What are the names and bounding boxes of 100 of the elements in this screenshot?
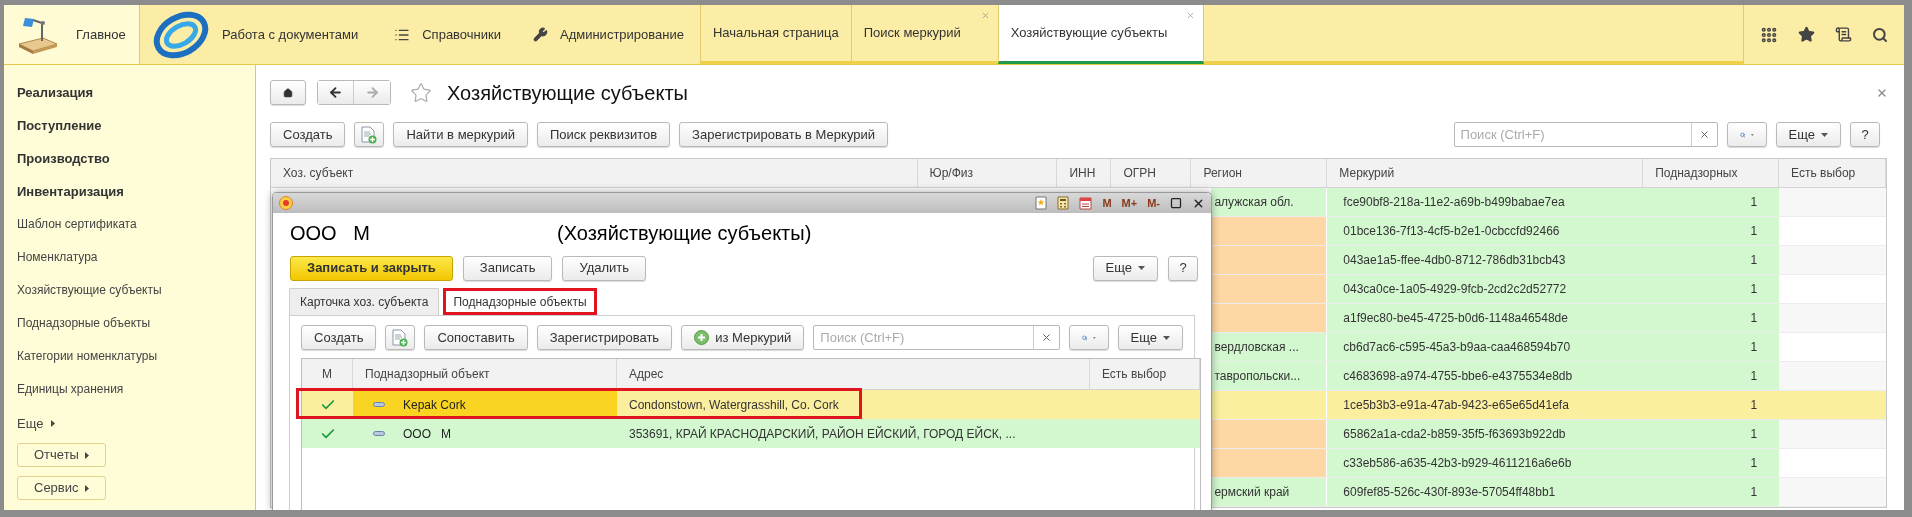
column-header[interactable]: Юр/Физ xyxy=(917,159,1058,187)
form-tab[interactable]: Поднадзорные объекты xyxy=(443,288,597,315)
table-cell: a1f9ec80-be45-4725-b0d6-1148a46548de xyxy=(1327,304,1644,332)
dash-icon xyxy=(373,431,385,436)
search-icon[interactable] xyxy=(1872,26,1888,43)
sidebar-item[interactable]: Шаблон сертификата xyxy=(17,215,255,236)
home-icon xyxy=(283,85,293,100)
column-header[interactable]: Есть выбор xyxy=(1090,359,1200,389)
toolbar-button[interactable]: Сопоставить xyxy=(424,325,528,350)
sidebar-section[interactable]: Реализация xyxy=(17,83,255,104)
column-header[interactable]: Меркурий xyxy=(1327,159,1644,187)
column-header[interactable]: ОГРН xyxy=(1111,159,1192,187)
open-tab[interactable]: Хозяйствующие субъекты xyxy=(997,5,1204,64)
caret-icon xyxy=(1163,335,1170,340)
open-tab[interactable]: Поиск меркурий xyxy=(850,5,998,64)
apps-grid-icon[interactable] xyxy=(1760,25,1778,44)
column-header[interactable]: ИНН xyxy=(1057,159,1112,187)
forward-arrow-icon xyxy=(364,85,380,100)
dialog-subtitle: (Хозяйствующие субъекты) xyxy=(557,221,812,246)
column-header[interactable]: Адрес xyxy=(617,359,1090,389)
toolbar-button[interactable]: Поиск реквизитов xyxy=(537,122,671,147)
help-button[interactable]: ? xyxy=(1168,255,1198,281)
dialog-button[interactable]: Удалить xyxy=(562,255,647,281)
search-input[interactable]: Поиск (Ctrl+F) xyxy=(814,326,1033,349)
clear-icon[interactable] xyxy=(1040,332,1052,343)
sidebar-button[interactable]: Сервис xyxy=(17,476,106,500)
column-header[interactable]: Поднадзорных xyxy=(1643,159,1780,187)
table-cell: 1 xyxy=(1643,391,1780,419)
table-cell: 65862a1a-cda2-b859-35f5-f63693b922db xyxy=(1327,420,1644,448)
table-cell: 353691, КРАЙ КРАСНОДАРСКИЙ, РАЙОН ЕЙСКИЙ, ГОРОД ЕЙСК, ... xyxy=(617,419,1090,448)
table-cell: c33eb586-a635-42b3-b929-4611216a6e6b xyxy=(1327,449,1644,477)
memory-button[interactable]: M- xyxy=(1147,194,1160,212)
sidebar-section[interactable]: Поступление xyxy=(17,116,255,137)
arrow-icon xyxy=(51,420,56,427)
calculator-icon[interactable] xyxy=(1057,196,1070,210)
column-header[interactable]: Есть выбор xyxy=(1779,159,1886,187)
add-button[interactable] xyxy=(354,122,385,147)
memory-button[interactable]: M xyxy=(1102,194,1112,212)
logo-icon xyxy=(152,10,210,59)
table-cell: cb6d7ac6-c595-45a3-b9aa-caa468594b70 xyxy=(1327,333,1644,361)
column-header[interactable]: Регион xyxy=(1191,159,1328,187)
open-tab[interactable]: Начальная страница xyxy=(699,5,851,64)
dialog-button[interactable]: Записать xyxy=(462,255,553,281)
table-cell: алужская обл. xyxy=(1211,188,1328,216)
calendar-icon[interactable] xyxy=(1079,196,1093,210)
check-cell[interactable] xyxy=(302,419,353,448)
favorite-document-icon[interactable] xyxy=(1035,196,1048,210)
plus-circle-icon xyxy=(694,330,710,345)
star-icon[interactable] xyxy=(1798,26,1815,43)
section-link[interactable]: Администрирование xyxy=(517,24,700,45)
column-header[interactable]: Поднадзорный объект xyxy=(353,359,617,389)
add-button[interactable] xyxy=(385,325,416,350)
more-button[interactable]: Еще xyxy=(1092,255,1158,281)
clear-icon[interactable] xyxy=(1698,129,1710,140)
table-cell: 1 xyxy=(1643,188,1780,216)
table-cell: 1 xyxy=(1643,478,1780,506)
toolbar-button[interactable]: Зарегистрировать xyxy=(536,325,673,350)
table-cell-text: ООО М xyxy=(403,425,451,443)
section-link[interactable]: Справочники xyxy=(378,24,517,45)
favorite-star-icon[interactable] xyxy=(410,81,432,104)
sidebar-button[interactable]: Отчеты xyxy=(17,443,106,467)
table-cell: 1 xyxy=(1643,246,1780,274)
table-cell: c4683698-a974-4755-bbe6-e4375534e8db xyxy=(1327,362,1644,390)
dash-icon xyxy=(373,402,385,407)
toolbar-button[interactable]: Создать xyxy=(270,122,346,147)
maximize-icon[interactable] xyxy=(1170,197,1182,209)
add-document-icon xyxy=(392,328,409,347)
memory-button[interactable]: M+ xyxy=(1121,194,1138,212)
table-cell: 043ae1a5-ffee-4db0-8712-786db31bcb43 xyxy=(1327,246,1644,274)
save-close-button[interactable]: Записать и закрыть xyxy=(290,255,453,281)
more-button[interactable]: Еще xyxy=(1117,325,1183,350)
sidebar-item[interactable]: Хозяйствующие субъекты xyxy=(17,281,255,302)
app-logo-icon xyxy=(279,196,293,210)
back-button[interactable] xyxy=(318,81,354,104)
home-button[interactable] xyxy=(270,80,306,105)
column-header[interactable]: М xyxy=(302,359,353,389)
sidebar-item[interactable]: Номенклатура xyxy=(17,248,255,269)
more-button[interactable]: Еще xyxy=(1775,122,1841,147)
toolbar-button[interactable]: из Меркурий xyxy=(681,325,805,350)
form-tab[interactable]: Карточка хоз. субъекта xyxy=(289,288,440,315)
toolbar-button[interactable]: Создать xyxy=(301,325,377,350)
sidebar-item[interactable]: Категории номенклатуры xyxy=(17,347,255,368)
toolbar-button[interactable]: Найти в меркурий xyxy=(393,122,528,147)
toolbar-button[interactable]: Зарегистрировать в Меркурий xyxy=(679,122,888,147)
table-cell: 01bce136-7f13-4cf5-b2e1-0cbccfd92466 xyxy=(1327,217,1644,245)
sidebar-item[interactable]: Единицы хранения xyxy=(17,380,255,401)
sidebar-section[interactable]: Инвентаризация xyxy=(17,182,255,203)
sidebar-more[interactable]: Еще xyxy=(17,413,255,434)
dialog-title: ООО М xyxy=(290,221,371,246)
home-section[interactable]: Главное xyxy=(4,5,140,64)
help-button[interactable]: ? xyxy=(1850,122,1880,147)
search-field[interactable]: Поиск (Ctrl+F) xyxy=(1453,122,1718,147)
section-link[interactable]: Работа с документами xyxy=(140,10,379,59)
table-cell: 609fef85-526c-430f-893e-57054ff48bb1 xyxy=(1327,478,1644,506)
sidebar-item[interactable]: Поднадзорные объекты xyxy=(17,314,255,335)
table-cell: 1 xyxy=(1643,275,1780,303)
sidebar-section[interactable]: Производство xyxy=(17,149,255,170)
column-header[interactable]: Хоз. субъект xyxy=(271,159,918,187)
search-input[interactable]: Поиск (Ctrl+F) xyxy=(1454,123,1691,146)
search-field[interactable]: Поиск (Ctrl+F) xyxy=(813,325,1060,350)
